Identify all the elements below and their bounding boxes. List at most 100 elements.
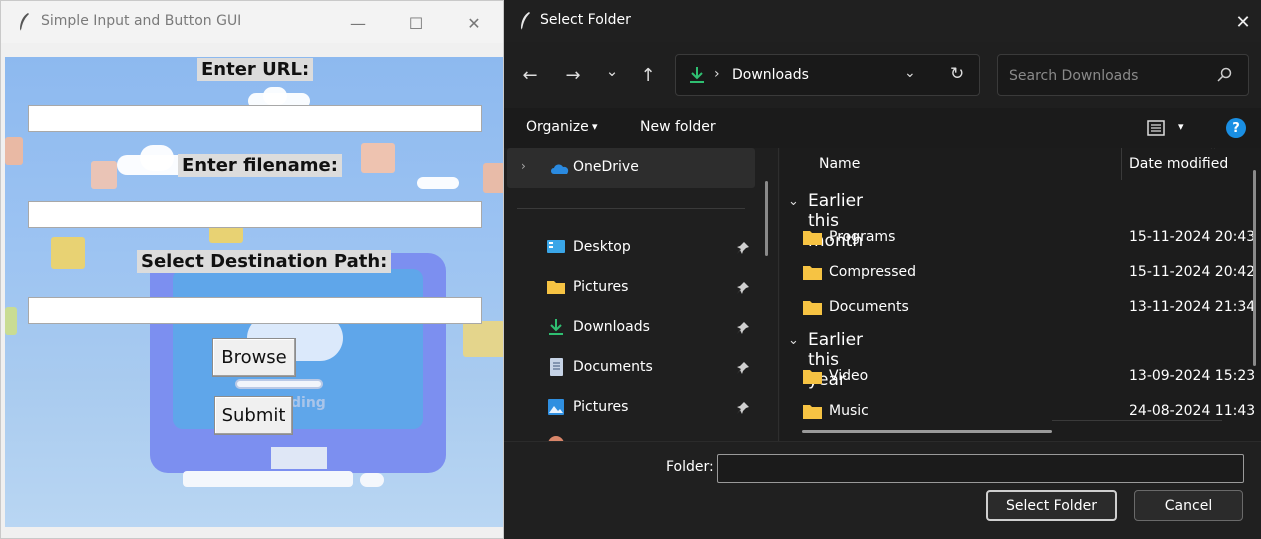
onedrive-cloud-icon xyxy=(551,164,569,174)
list-item[interactable]: Programs 15-11-2024 20:43 xyxy=(780,222,1256,254)
list-item[interactable]: Video 13-09-2024 15:23 xyxy=(780,361,1256,393)
pin-icon[interactable] xyxy=(736,281,750,295)
horizontal-scrollbar[interactable] xyxy=(802,430,1052,433)
item-name: Music xyxy=(829,403,869,419)
desktop-icon xyxy=(547,240,565,253)
keyboard-illustration xyxy=(183,471,353,487)
tk-titlebar: Simple Input and Button GUI — ☐ ✕ xyxy=(1,1,503,43)
navigation-bar: ← → ⌄ ↑ › Downloads ⌄ ↻ Search Downloads xyxy=(504,52,1261,98)
up-button[interactable]: ↑ xyxy=(634,62,662,88)
minimize-button[interactable]: — xyxy=(338,9,378,37)
column-separator[interactable] xyxy=(1121,148,1122,180)
nav-item-label: Pictures xyxy=(573,279,629,295)
help-icon[interactable]: ? xyxy=(1226,118,1246,138)
dialog-close-button[interactable]: ✕ xyxy=(1226,8,1260,36)
pin-icon[interactable] xyxy=(736,361,750,375)
divider xyxy=(1052,420,1222,421)
folder-icon xyxy=(547,281,565,294)
floating-folder xyxy=(361,143,395,173)
dialog-footer: Folder: Select Folder Cancel xyxy=(504,441,1261,539)
floating-folder xyxy=(483,163,503,193)
nav-item-label: Documents xyxy=(573,359,653,375)
item-date: 24-08-2024 11:43 xyxy=(1129,403,1256,419)
window-title: Simple Input and Button GUI xyxy=(41,13,242,29)
path-label: Select Destination Path: xyxy=(137,250,392,273)
breadcrumb-downloads[interactable]: Downloads xyxy=(732,67,809,83)
list-item[interactable]: Documents 13-11-2024 21:34 xyxy=(780,292,1256,324)
view-options-icon[interactable] xyxy=(1146,118,1166,138)
folder-icon xyxy=(803,231,822,245)
cloud-shape xyxy=(417,177,459,189)
submit-button[interactable]: Submit xyxy=(214,396,293,435)
item-name: Compressed xyxy=(829,264,917,280)
browse-button[interactable]: Browse xyxy=(212,338,296,377)
collapse-chevron-icon[interactable]: ⌄ xyxy=(788,194,799,209)
nav-item-downloads[interactable]: Downloads xyxy=(504,310,764,346)
url-input[interactable] xyxy=(28,105,482,132)
feather-icon xyxy=(521,12,530,31)
organize-menu[interactable]: Organize xyxy=(526,119,589,135)
pin-icon[interactable] xyxy=(736,401,750,415)
column-header-name[interactable]: Name xyxy=(819,156,860,172)
search-icon[interactable] xyxy=(1216,67,1232,83)
select-folder-dialog: Select Folder ✕ ← → ⌄ ↑ › Downloads ⌄ ↻ … xyxy=(504,0,1261,539)
nav-scrollbar[interactable] xyxy=(765,181,768,256)
forward-button[interactable]: → xyxy=(559,62,587,88)
folder-icon xyxy=(803,405,822,419)
pin-icon[interactable] xyxy=(736,241,750,255)
nav-item-documents[interactable]: Documents xyxy=(504,350,764,386)
folder-input[interactable] xyxy=(717,454,1244,483)
expand-chevron-icon[interactable]: › xyxy=(521,159,526,173)
column-header-date-modified[interactable]: Date modified xyxy=(1129,156,1228,172)
download-icon xyxy=(549,319,563,335)
item-date: 13-09-2024 15:23 xyxy=(1129,368,1256,384)
pin-icon[interactable] xyxy=(736,321,750,335)
item-name: Documents xyxy=(829,299,909,315)
item-name: Programs xyxy=(829,229,896,245)
floating-folder xyxy=(91,161,117,189)
url-label: Enter URL: xyxy=(197,58,314,81)
list-item[interactable]: Music 24-08-2024 11:43 xyxy=(780,396,1256,428)
close-button[interactable]: ✕ xyxy=(454,9,494,37)
address-dropdown-button[interactable]: ⌄ xyxy=(904,65,916,81)
collapse-chevron-icon[interactable]: ⌄ xyxy=(788,333,799,348)
navigation-pane: › OneDrive Desktop Pictures Downloads Do… xyxy=(504,148,776,444)
nav-item-pictures[interactable]: Pictures xyxy=(504,270,764,306)
cloud-shape xyxy=(140,145,174,171)
download-icon xyxy=(690,67,704,83)
select-folder-button[interactable]: Select Folder xyxy=(986,490,1117,521)
pane-splitter[interactable] xyxy=(778,148,779,441)
list-item[interactable]: Compressed 15-11-2024 20:42 xyxy=(780,257,1256,289)
new-folder-button[interactable]: New folder xyxy=(640,119,716,135)
refresh-button[interactable]: ↻ xyxy=(950,64,964,84)
search-placeholder: Search Downloads xyxy=(1009,68,1139,84)
floating-folder xyxy=(5,307,17,335)
item-date: 15-11-2024 20:43 xyxy=(1129,229,1256,245)
nav-item-label: Downloads xyxy=(573,319,650,335)
back-button[interactable]: ← xyxy=(516,62,544,88)
address-bar[interactable]: › Downloads ⌄ ↻ xyxy=(675,54,980,96)
nav-item-pictures-library[interactable]: Pictures xyxy=(504,390,764,426)
progress-bar-illustration xyxy=(235,379,323,389)
view-caret-icon[interactable]: ▾ xyxy=(1178,120,1184,133)
vertical-scrollbar[interactable] xyxy=(1253,170,1256,366)
divider xyxy=(517,208,745,209)
file-list: Name ⌃ Date modified ⌄ Earlier this mont… xyxy=(780,148,1261,441)
nav-item-onedrive[interactable]: › OneDrive xyxy=(507,148,755,188)
nav-item-desktop[interactable]: Desktop xyxy=(504,230,764,266)
cancel-button[interactable]: Cancel xyxy=(1134,490,1243,521)
nav-item-label: Desktop xyxy=(573,239,631,255)
breadcrumb-separator: › xyxy=(714,66,720,82)
organize-caret-icon[interactable]: ▾ xyxy=(592,120,598,133)
search-box[interactable]: Search Downloads xyxy=(997,54,1249,96)
maximize-button[interactable]: ☐ xyxy=(396,9,436,37)
item-name: Video xyxy=(829,368,869,384)
folder-label: Folder: xyxy=(666,459,714,475)
item-date: 13-11-2024 21:34 xyxy=(1129,299,1256,315)
recent-locations-button[interactable]: ⌄ xyxy=(598,58,626,84)
item-date: 15-11-2024 20:42 xyxy=(1129,264,1256,280)
cloud-shape xyxy=(263,87,287,105)
tk-window: Simple Input and Button GUI — ☐ ✕ ding E… xyxy=(0,0,504,539)
path-input[interactable] xyxy=(28,297,482,324)
filename-input[interactable] xyxy=(28,201,482,228)
